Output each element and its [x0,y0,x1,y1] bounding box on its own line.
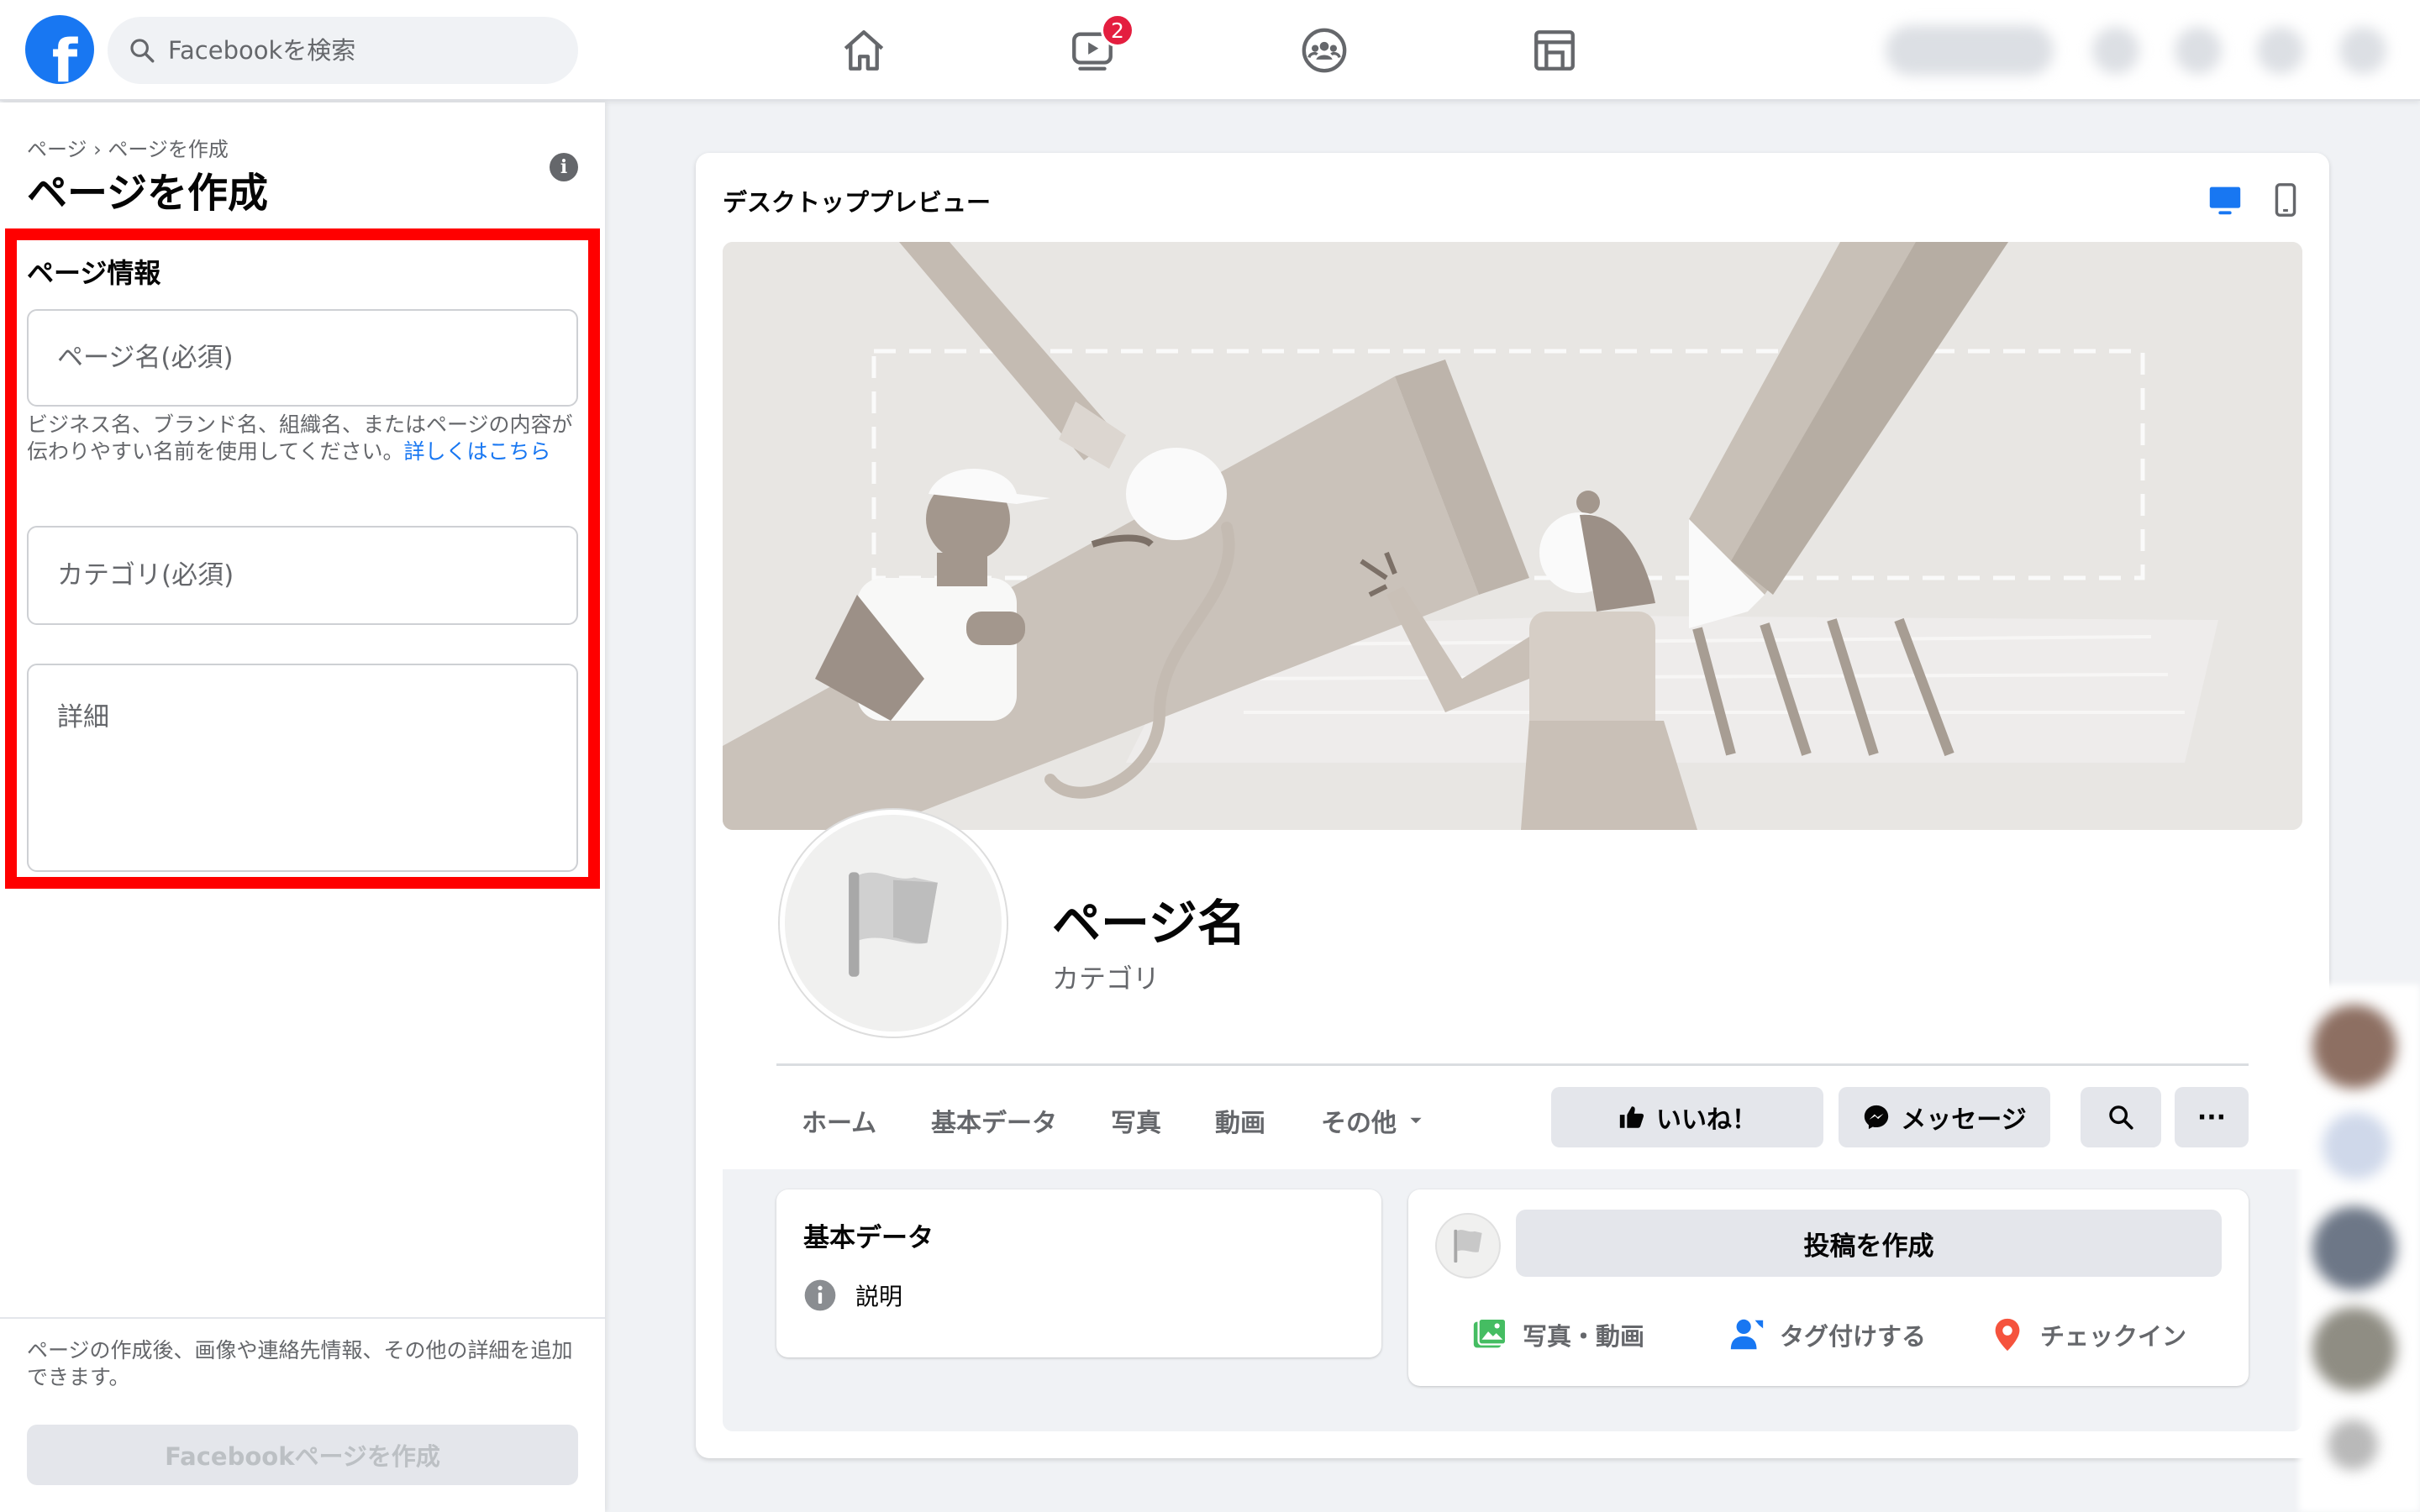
info-icon [804,1279,836,1311]
profile-picture-placeholder [780,810,1007,1037]
page-search-button[interactable] [2081,1087,2161,1147]
account-icon[interactable] [2339,27,2386,74]
tab-about[interactable]: 基本データ [931,1102,1057,1139]
groups-icon [1302,28,1347,73]
flag-icon [849,872,938,977]
check-in-action[interactable]: チェックイン [1988,1315,2186,1354]
top-navigation-bar: f 2 [0,0,2420,101]
ellipsis-icon: ··· [2196,1102,2227,1132]
details-textarea[interactable] [27,664,578,872]
desktop-preview-card: デスクトッププレビュー ページ名 カテゴリ ホーム 基本データ 写真 動画 その… [696,153,2329,1458]
profile-chip[interactable] [1886,25,2054,76]
contact-avatar[interactable] [2312,1206,2396,1290]
page-title: ページを作成 [27,170,269,217]
flag-icon [1454,1229,1482,1263]
photo-icon [1473,1317,1507,1348]
contact-avatar[interactable] [2312,1005,2396,1089]
preview-page-name: ページ名 [1052,895,1246,952]
category-input[interactable] [27,526,578,625]
dashboard-icon [1534,30,1575,71]
footer-divider [0,1317,605,1319]
learn-more-link[interactable]: 詳しくはこちら [404,439,551,464]
notifications-icon[interactable] [2257,27,2304,74]
desktop-icon [2209,186,2241,215]
contact-avatar[interactable] [2312,1307,2396,1391]
message-button[interactable]: メッセージ [1839,1087,2050,1147]
messenger-icon [1865,1105,1889,1130]
tag-people-icon [1730,1319,1764,1350]
preview-category: カテゴリ [1052,963,1160,995]
breadcrumb: ページ › ページを作成 [27,138,229,161]
like-button[interactable]: いいね！ [1551,1087,1823,1147]
menu-icon[interactable] [2092,27,2139,74]
preview-title: デスクトッププレビュー [723,188,992,217]
location-pin-icon [1995,1318,2020,1352]
create-post-button[interactable]: 投稿を作成 [1516,1210,2222,1277]
facebook-logo[interactable]: f [25,15,94,84]
nav-gaming[interactable] [1512,17,1597,84]
preview-body: 基本データ 説明 投稿を作成 写真・動画 タグ付けする チェックイン [723,1169,2302,1431]
about-card-title: 基本データ [803,1223,934,1253]
nav-groups[interactable] [1282,17,1366,84]
tab-home[interactable]: ホーム [802,1102,876,1139]
messenger-icon[interactable] [2175,27,2222,74]
page-name-hint: ビジネス名、ブランド名、組織名、またはページの内容が伝わりやすい名前を使用してく… [27,412,573,464]
notification-badge: 2 [1101,13,1134,47]
more-options-button[interactable]: ··· [2175,1087,2249,1147]
home-icon [844,30,884,71]
nav-watch[interactable]: 2 [1050,13,1134,84]
mobile-icon [2275,183,2296,217]
tab-photos[interactable]: 写真 [1111,1102,1161,1139]
search-icon [130,39,155,63]
header-divider [776,1063,2249,1066]
about-card: 基本データ 説明 [776,1189,1381,1357]
cover-photo-placeholder [723,242,2302,830]
post-avatar [1435,1213,1501,1278]
caret-down-icon [1410,1117,1422,1124]
cover-illustration [723,242,2302,830]
about-description-row: 説明 [803,1278,902,1312]
tab-videos[interactable]: 動画 [1215,1102,1265,1139]
footer-note: ページの作成後、画像や連絡先情報、その他の詳細を追加できます。 [27,1338,573,1389]
search-icon [2109,1105,2133,1130]
thumbs-up-icon [1619,1106,1644,1128]
contact-avatar[interactable] [2323,1112,2390,1179]
mobile-preview-toggle[interactable] [2264,178,2307,222]
contact-avatar[interactable] [2328,1420,2378,1470]
create-post-card: 投稿を作成 写真・動画 タグ付けする チェックイン [1408,1189,2249,1386]
photo-video-action[interactable]: 写真・動画 [1470,1315,1644,1354]
page-info-heading: ページ情報 [27,257,161,289]
tab-more[interactable]: その他 [1321,1102,1425,1139]
create-page-button[interactable]: Facebookページを作成 [27,1425,578,1485]
tag-people-action[interactable]: タグ付けする [1728,1315,1926,1354]
search-input[interactable] [168,36,555,65]
info-icon[interactable]: i [550,153,578,181]
desktop-preview-toggle[interactable] [2203,178,2247,222]
nav-home[interactable] [822,17,906,84]
create-page-panel: ページ › ページを作成 ページを作成 i ページ情報 ビジネス名、ブランド名、… [0,102,605,1512]
search-box[interactable] [108,17,578,84]
page-name-input[interactable] [27,309,578,407]
